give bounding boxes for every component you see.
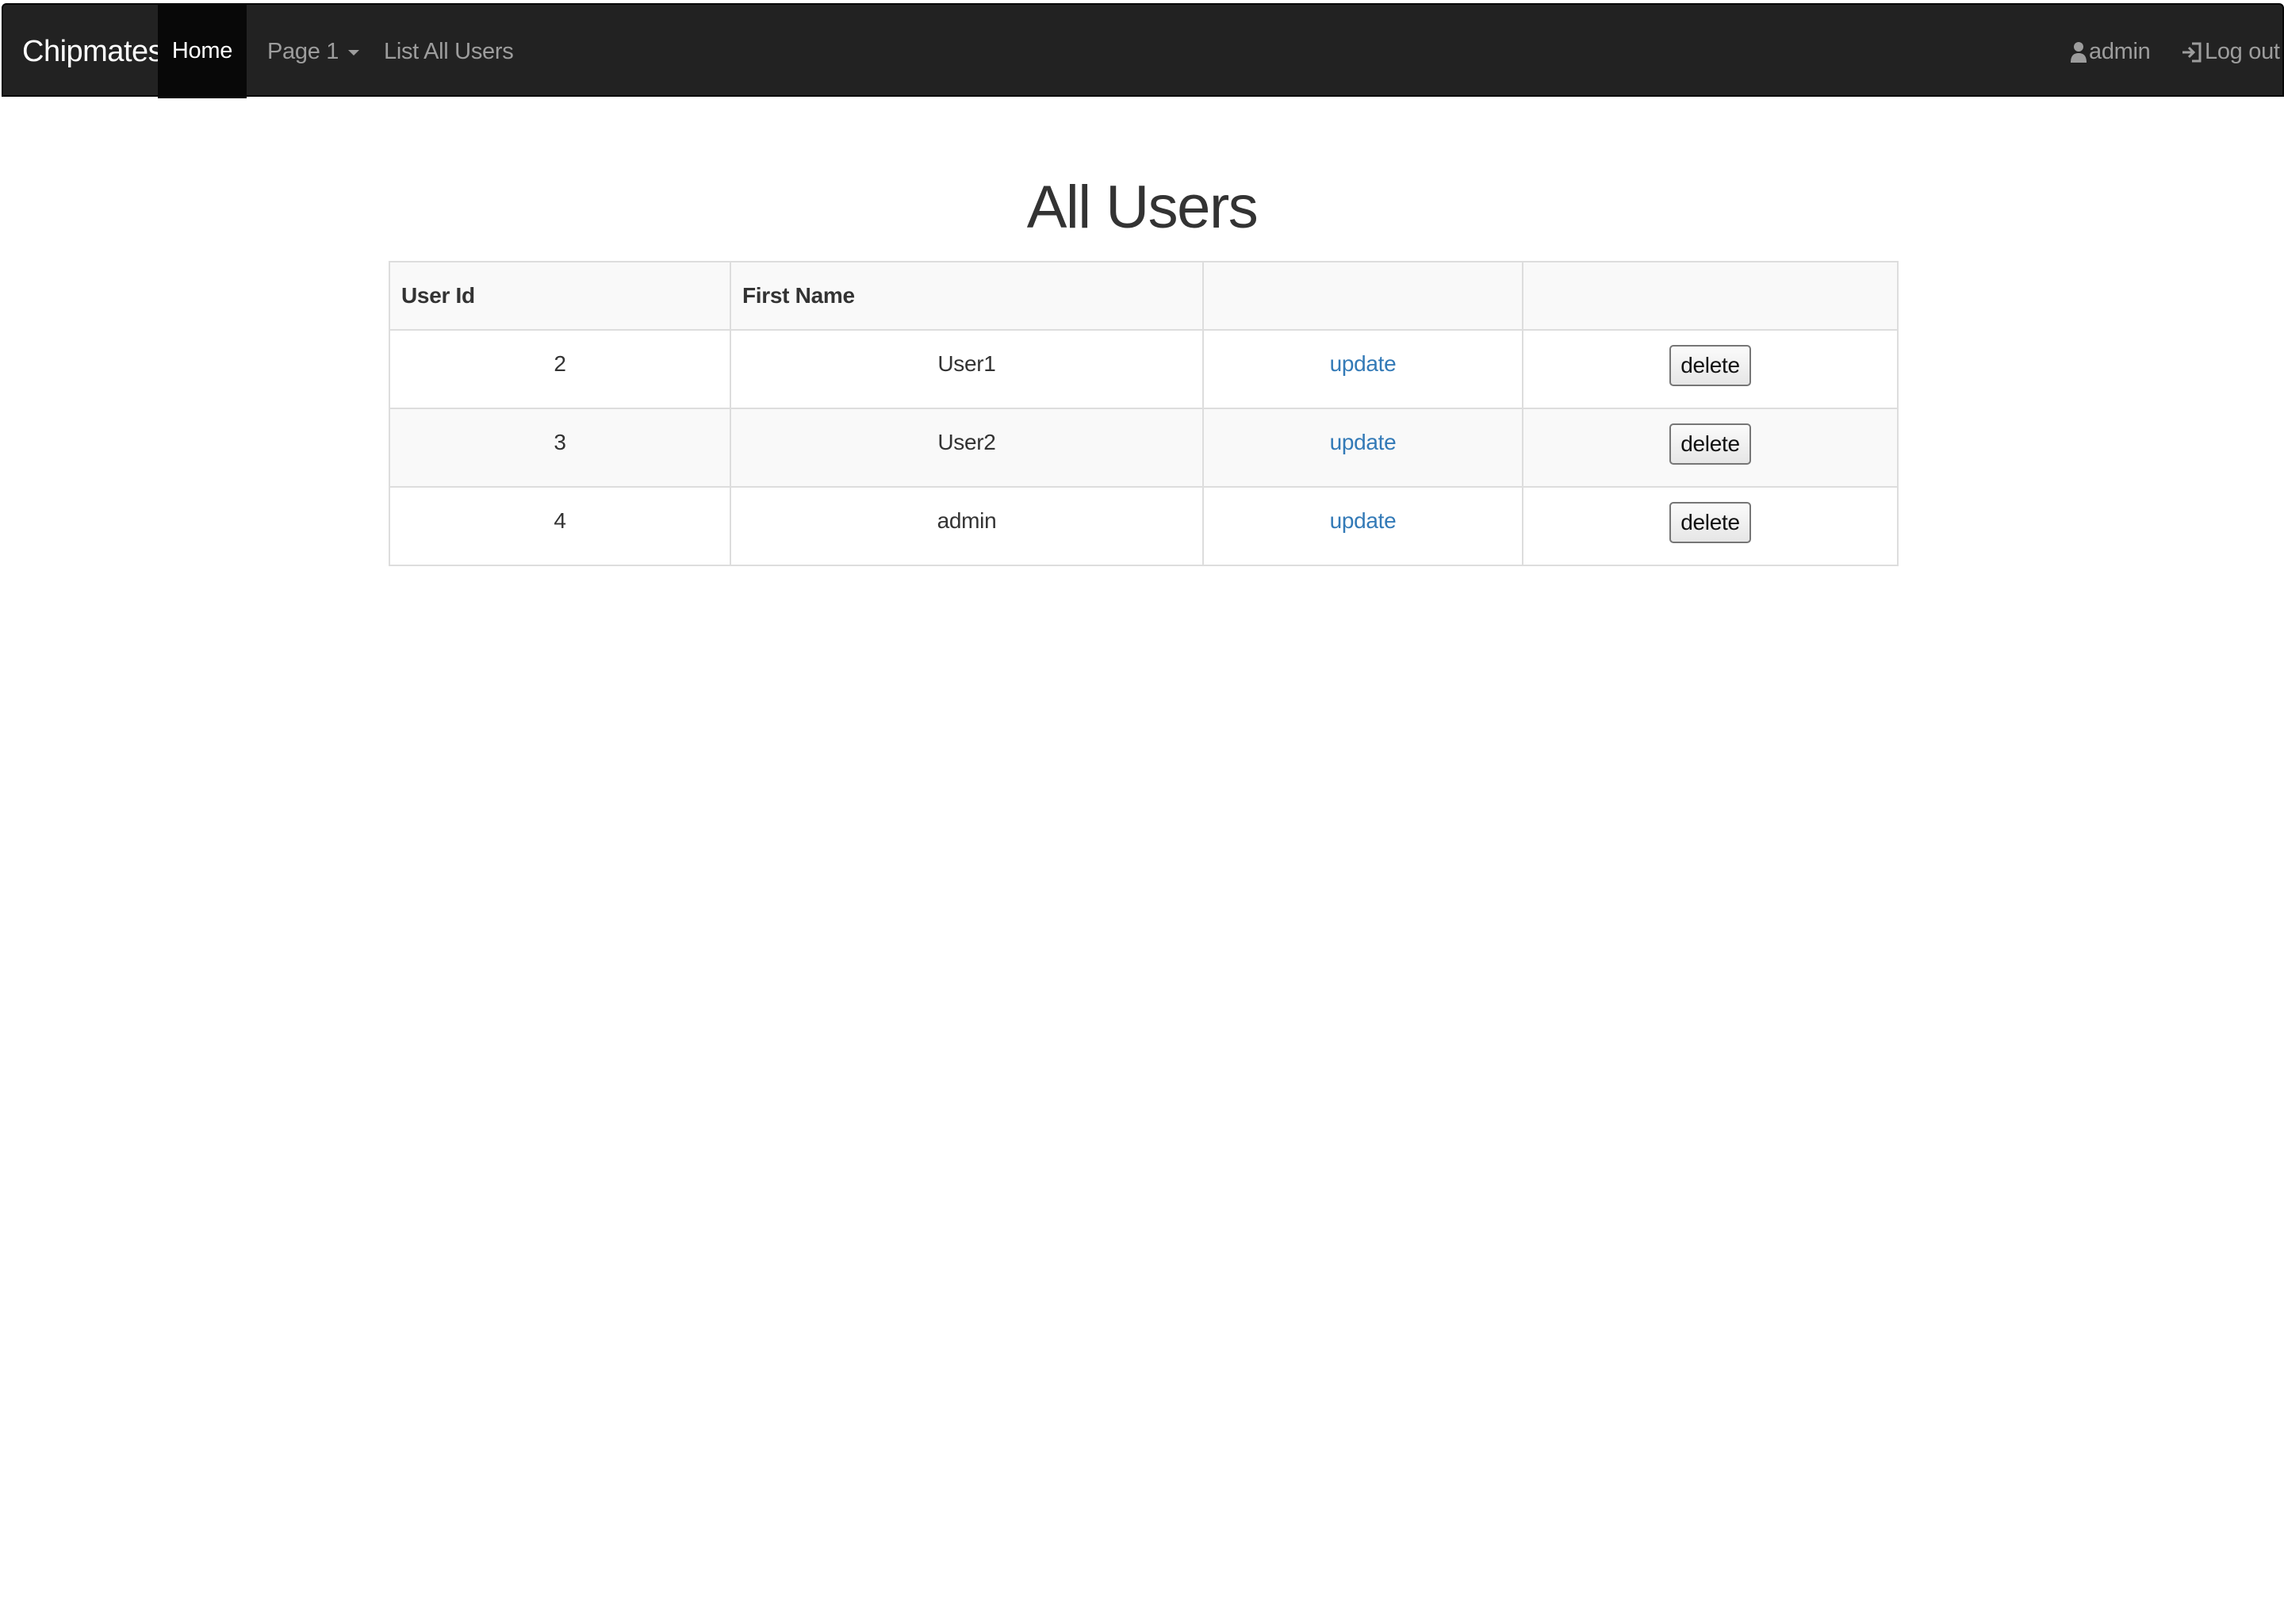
nav-home-label: Home xyxy=(171,38,233,63)
navbar: Chipmates Home Page 1 List All Users adm… xyxy=(2,3,2284,98)
nav-user-label: admin xyxy=(2089,39,2151,64)
nav-user[interactable]: admin xyxy=(2070,5,2151,98)
table-header-row: User Id First Name xyxy=(389,261,1899,331)
update-link[interactable]: update xyxy=(1330,508,1397,533)
user-icon xyxy=(2070,41,2087,63)
cell-first-name: User1 xyxy=(730,329,1204,409)
delete-button[interactable]: delete xyxy=(1669,502,1751,543)
cell-delete: delete xyxy=(1522,408,1899,488)
logout-label: Log out xyxy=(2205,39,2280,64)
header-first-name: First Name xyxy=(730,261,1204,331)
nav-list-all-users-label: List All Users xyxy=(384,39,514,64)
nav-home[interactable]: Home xyxy=(158,3,247,98)
cell-user-id: 2 xyxy=(389,329,731,409)
cell-first-name: User2 xyxy=(730,408,1204,488)
cell-delete: delete xyxy=(1522,329,1899,409)
cell-user-id: 4 xyxy=(389,486,731,566)
page-title: All Users xyxy=(1026,174,1259,241)
delete-button[interactable]: delete xyxy=(1669,345,1751,386)
caret-down-icon xyxy=(348,49,360,56)
nav-page1-dropdown[interactable]: Page 1 xyxy=(267,5,360,98)
users-table: User Id First Name 2 User1 update delete… xyxy=(389,261,1899,566)
logout-link[interactable]: Log out xyxy=(2181,5,2280,98)
table-row: 2 User1 update delete xyxy=(389,329,1899,409)
cell-delete: delete xyxy=(1522,486,1899,566)
log-in-icon xyxy=(2181,41,2203,63)
brand-link[interactable]: Chipmates xyxy=(22,5,163,98)
nav-page1-label: Page 1 xyxy=(267,39,339,64)
cell-update: update xyxy=(1202,329,1523,409)
cell-first-name: admin xyxy=(730,486,1204,566)
cell-update: update xyxy=(1202,408,1523,488)
header-delete xyxy=(1522,261,1899,331)
nav-list-all-users[interactable]: List All Users xyxy=(384,5,514,98)
table-row: 4 admin update delete xyxy=(389,486,1899,566)
update-link[interactable]: update xyxy=(1330,430,1397,454)
header-user-id: User Id xyxy=(389,261,731,331)
update-link[interactable]: update xyxy=(1330,351,1397,376)
delete-button[interactable]: delete xyxy=(1669,423,1751,465)
table-row: 3 User2 update delete xyxy=(389,408,1899,488)
header-update xyxy=(1202,261,1523,331)
cell-update: update xyxy=(1202,486,1523,566)
cell-user-id: 3 xyxy=(389,408,731,488)
